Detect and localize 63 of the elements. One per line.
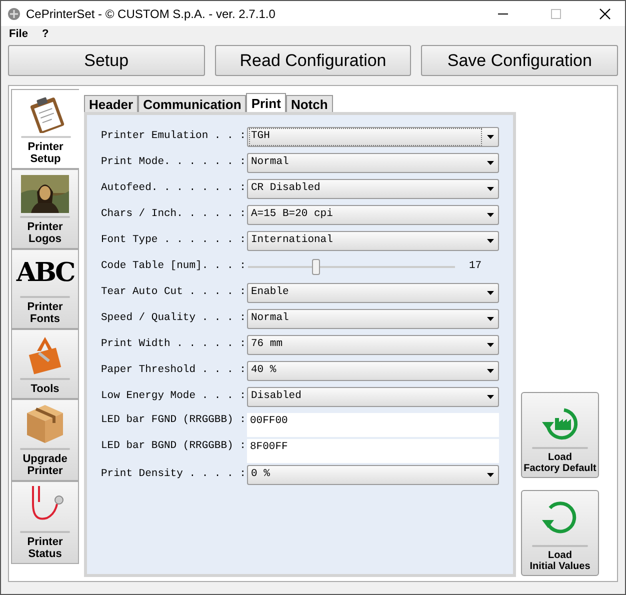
caret-icon bbox=[487, 343, 494, 347]
caret-icon bbox=[487, 161, 494, 165]
caret-icon bbox=[487, 291, 494, 295]
caret-icon bbox=[487, 473, 494, 477]
caret-icon bbox=[487, 369, 494, 373]
setting-label: LED bar FGND (RRGGBB) : bbox=[101, 413, 247, 428]
caret-icon bbox=[487, 213, 494, 217]
setting-label: Print Width . . . . . : bbox=[101, 337, 247, 352]
caret-icon bbox=[487, 187, 494, 191]
input-field[interactable]: 8F00FF bbox=[247, 439, 499, 463]
menu-item[interactable]: ? bbox=[42, 26, 49, 42]
setting-label: Code Table [num]. . . : bbox=[101, 259, 247, 274]
setting-label: Autofeed. . . . . . . : bbox=[101, 181, 247, 196]
setting-label: Tear Auto Cut . . . . : bbox=[101, 285, 247, 300]
setting-label: Speed / Quality . . . : bbox=[101, 311, 247, 326]
sidebar-item[interactable]: ABC Printer Fonts bbox=[11, 249, 79, 329]
dropdown[interactable]: A=15 B=20 cpi bbox=[247, 205, 499, 225]
slider[interactable] bbox=[248, 257, 455, 277]
dropdown[interactable]: 40 % bbox=[247, 361, 499, 381]
toolbar-button[interactable]: Read Configuration bbox=[214, 45, 412, 76]
dropdown[interactable]: 0 % bbox=[247, 465, 499, 485]
dropdown[interactable]: CR Disabled bbox=[247, 179, 499, 199]
setting-label: Chars / Inch. . . . . : bbox=[101, 207, 247, 222]
setting-label: Font Type . . . . . . : bbox=[101, 233, 247, 248]
tab[interactable]: Print bbox=[246, 93, 286, 112]
sidebar-item[interactable]: Printer Logos bbox=[11, 169, 79, 249]
load-button[interactable]: Load Factory Default bbox=[521, 392, 599, 478]
slider-thumb[interactable] bbox=[312, 259, 320, 275]
dropdown[interactable]: TGH bbox=[247, 127, 499, 147]
setting-label: Paper Threshold . . . : bbox=[101, 363, 247, 378]
toolbar-button[interactable]: Setup bbox=[8, 45, 205, 76]
abc-text: ABC bbox=[16, 257, 74, 290]
caret-icon bbox=[487, 135, 494, 139]
sidebar-item[interactable]: Printer Status bbox=[11, 481, 79, 564]
maximize-icon[interactable] bbox=[550, 8, 562, 20]
load-button[interactable]: Load Initial Values bbox=[521, 490, 599, 576]
dropdown[interactable]: Disabled bbox=[247, 387, 499, 407]
input-field[interactable]: 00FF00 bbox=[247, 413, 499, 437]
sidebar-item[interactable]: Upgrade Printer bbox=[11, 399, 79, 481]
sidebar-item[interactable]: Tools bbox=[11, 329, 79, 399]
toolbar-button[interactable]: Save Configuration bbox=[421, 45, 618, 76]
setting-label: Print Mode. . . . . . : bbox=[101, 155, 247, 170]
sidebar-item[interactable]: Printer Setup bbox=[11, 89, 79, 169]
caret-icon bbox=[487, 317, 494, 321]
dropdown[interactable]: Normal bbox=[247, 309, 499, 329]
app-icon bbox=[7, 6, 21, 20]
tab[interactable]: Header bbox=[84, 95, 138, 112]
setting-label: Low Energy Mode . . . : bbox=[101, 389, 247, 404]
dropdown[interactable]: Normal bbox=[247, 153, 499, 173]
dropdown[interactable]: International bbox=[247, 231, 499, 251]
tab[interactable]: Notch bbox=[286, 95, 333, 112]
dropdown[interactable]: Enable bbox=[247, 283, 499, 303]
window-title: CePrinterSet - © CUSTOM S.p.A. - ver. 2.7.1.0 bbox=[26, 6, 276, 22]
setting-label: Printer Emulation . . : bbox=[101, 129, 247, 144]
slider-value: 17 bbox=[469, 259, 482, 274]
caret-icon bbox=[487, 395, 494, 399]
dropdown[interactable]: 76 mm bbox=[247, 335, 499, 355]
caret-icon bbox=[487, 239, 494, 243]
setting-label: LED bar BGND (RRGGBB) : bbox=[101, 439, 247, 454]
tab[interactable]: Communication bbox=[138, 95, 246, 112]
close-icon[interactable] bbox=[599, 8, 611, 20]
setting-label: Print Density . . . . : bbox=[101, 467, 247, 482]
menu-item[interactable]: File bbox=[9, 26, 28, 42]
